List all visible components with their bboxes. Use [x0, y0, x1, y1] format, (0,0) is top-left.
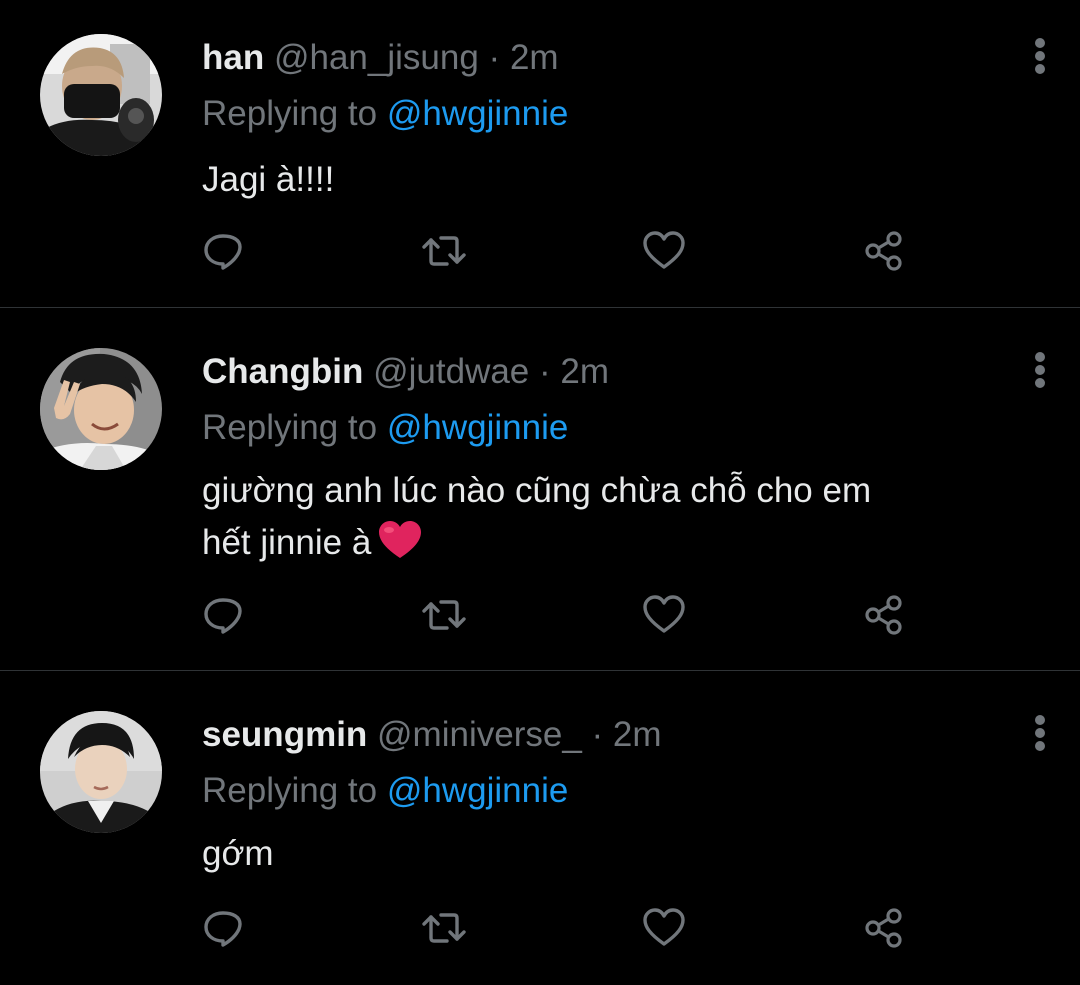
mention-link[interactable]: @hwgjinnie — [387, 94, 568, 133]
like-icon[interactable] — [640, 227, 688, 275]
tweet[interactable]: Changbin @jutdwae · 2m Replying to @hwgj… — [0, 308, 1080, 670]
tweet-text: Jagi à!!!! — [202, 154, 1042, 206]
tweet-text-line: Jagi à!!!! — [202, 160, 335, 199]
like-icon[interactable] — [640, 591, 688, 639]
tweet-text-line: giường anh lúc nào cũng chừa chỗ cho em — [202, 471, 872, 510]
tweet-text-line: gớm — [202, 834, 274, 873]
tweet-header: seungmin @miniverse_ · 2m — [202, 711, 662, 759]
tweet-text: gớm — [202, 828, 1042, 880]
reply-icon[interactable] — [199, 904, 247, 952]
tweet-actions — [0, 904, 1080, 952]
tweet-actions — [0, 591, 1080, 639]
tweet-header: Changbin @jutdwae · 2m — [202, 348, 609, 396]
separator-dot: · — [539, 352, 551, 391]
reply-icon[interactable] — [199, 227, 247, 275]
display-name[interactable]: han — [202, 38, 264, 77]
replying-to-line: Replying to @hwgjinnie — [202, 404, 568, 452]
display-name[interactable]: seungmin — [202, 715, 367, 754]
mention-link[interactable]: @hwgjinnie — [387, 771, 568, 810]
more-options-icon[interactable] — [1026, 348, 1054, 396]
user-handle[interactable]: @miniverse_ — [377, 715, 582, 754]
replying-to-label: Replying to — [202, 771, 378, 810]
avatar[interactable] — [40, 348, 162, 470]
like-icon[interactable] — [640, 904, 688, 952]
retweet-icon[interactable] — [420, 904, 468, 952]
user-handle[interactable]: @han_jisung — [274, 38, 479, 77]
tweet-header: han @han_jisung · 2m — [202, 34, 559, 82]
mention-link[interactable]: @hwgjinnie — [387, 408, 568, 447]
tweet[interactable]: han @han_jisung · 2m Replying to @hwgjin… — [0, 0, 1080, 307]
separator-dot: · — [488, 38, 501, 77]
share-icon[interactable] — [860, 904, 908, 952]
tweet-text: giường anh lúc nào cũng chừa chỗ cho em … — [202, 465, 1042, 569]
replying-to-label: Replying to — [202, 408, 378, 447]
replying-to-line: Replying to @hwgjinnie — [202, 767, 568, 815]
share-icon[interactable] — [860, 227, 908, 275]
avatar[interactable] — [40, 711, 162, 833]
red-heart-emoji-icon — [379, 521, 422, 558]
share-icon[interactable] — [860, 591, 908, 639]
tweet[interactable]: seungmin @miniverse_ · 2m Replying to @h… — [0, 671, 1080, 985]
timestamp[interactable]: 2m — [613, 715, 662, 754]
avatar[interactable] — [40, 34, 162, 156]
retweet-icon[interactable] — [420, 227, 468, 275]
user-handle[interactable]: @jutdwae — [373, 352, 529, 391]
tweet-actions — [0, 227, 1080, 275]
timestamp[interactable]: 2m — [560, 352, 609, 391]
more-options-icon[interactable] — [1026, 34, 1054, 82]
reply-icon[interactable] — [199, 591, 247, 639]
more-options-icon[interactable] — [1026, 711, 1054, 759]
display-name[interactable]: Changbin — [202, 352, 363, 391]
tweet-text-line: hết jinnie à — [202, 523, 372, 562]
replying-to-label: Replying to — [202, 94, 378, 133]
timestamp[interactable]: 2m — [510, 38, 559, 77]
tweet-text-line-wrapper: hết jinnie à — [202, 517, 1042, 569]
replying-to-line: Replying to @hwgjinnie — [202, 90, 568, 138]
separator-dot: · — [591, 715, 604, 754]
retweet-icon[interactable] — [420, 591, 468, 639]
